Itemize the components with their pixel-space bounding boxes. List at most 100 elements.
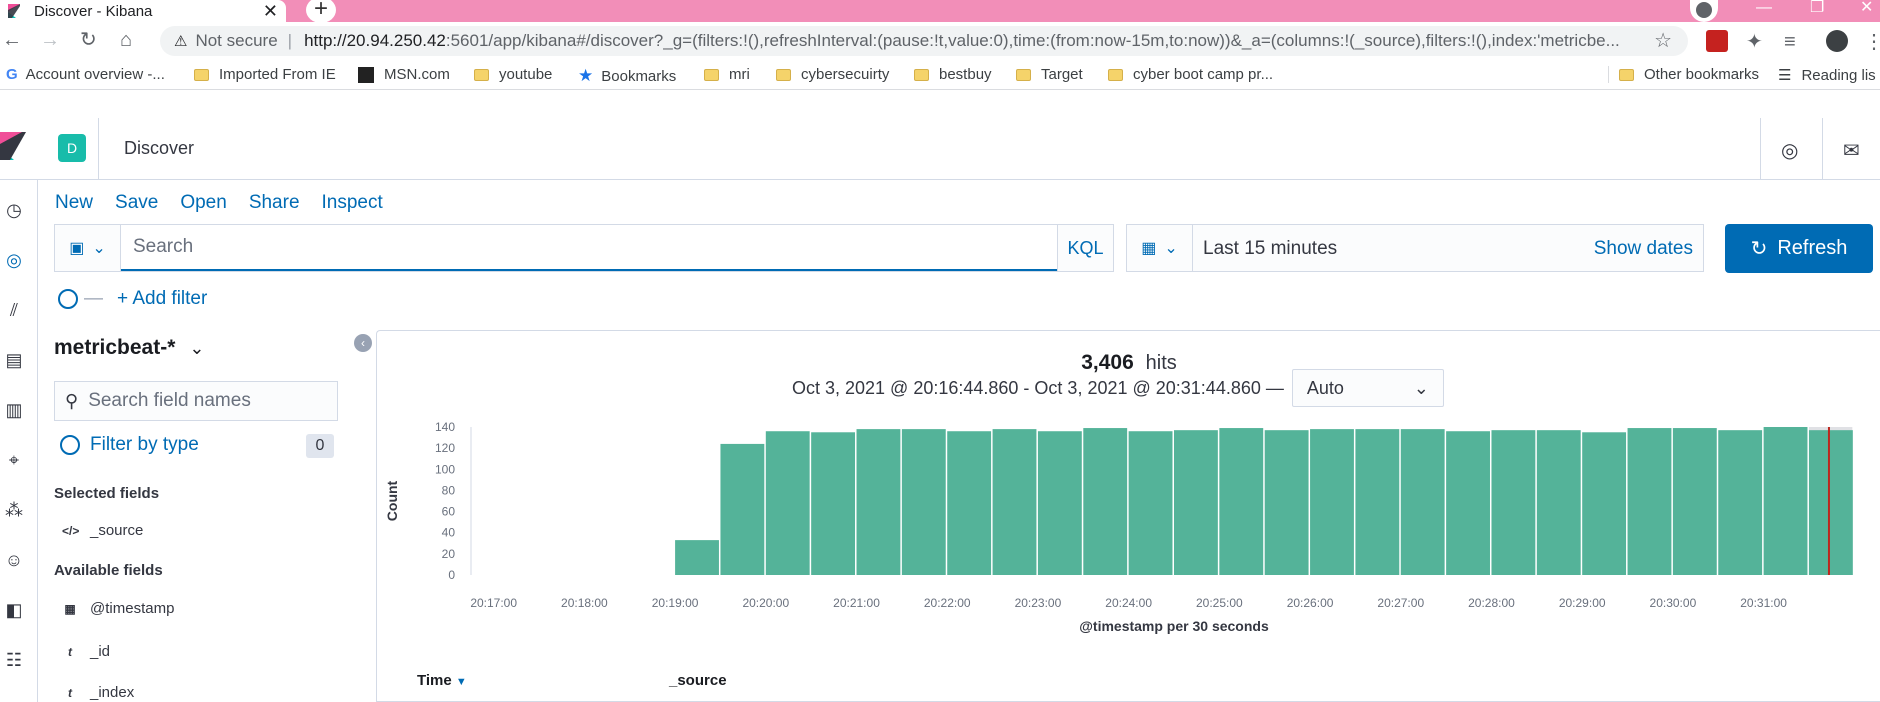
bookmark-item[interactable]: Other bookmarks [1608, 66, 1759, 83]
maps-icon[interactable]: ⌖ [4, 450, 24, 470]
show-dates-link[interactable]: Show dates [1594, 238, 1693, 260]
bookmark-item[interactable]: mri [704, 66, 750, 83]
field-name: _source [90, 522, 144, 539]
dashboard-icon[interactable]: ▤ [4, 350, 24, 370]
bookmark-star-icon[interactable]: ☆ [1654, 28, 1672, 53]
bookmark-item[interactable]: Imported From IE [194, 66, 336, 83]
field-name: @timestamp [90, 600, 175, 617]
help-button[interactable]: ◎ [1760, 118, 1822, 180]
interval-select[interactable]: Auto ⌄ [1291, 369, 1444, 407]
discover-icon[interactable]: ◎ [4, 250, 24, 270]
newsfeed-button[interactable]: ✉ [1822, 118, 1880, 180]
quick-date-button[interactable]: ▦ ⌄ [1127, 225, 1193, 271]
bookmark-item[interactable]: Target [1016, 66, 1083, 83]
menu-save[interactable]: Save [115, 192, 158, 214]
url-omnibox[interactable]: ⚠ Not secure | http://20.94.250.42:5601/… [160, 26, 1688, 56]
bookmark-item[interactable]: ☰ Reading lis [1778, 66, 1876, 85]
forward-icon[interactable]: → [40, 28, 60, 52]
home-icon[interactable]: ⌂ [120, 28, 132, 52]
apm-icon[interactable]: ☷ [4, 650, 24, 670]
infrastructure-icon[interactable]: ☺ [4, 550, 24, 570]
date-picker: ▦ ⌄ Last 15 minutes Show dates [1126, 224, 1704, 272]
logs-icon[interactable]: ◧ [4, 600, 24, 620]
ml-icon[interactable]: ⁂ [4, 500, 24, 520]
menu-open[interactable]: Open [180, 192, 226, 214]
kql-toggle[interactable]: KQL [1057, 225, 1113, 271]
mail-icon: ✉ [1843, 140, 1860, 162]
saved-query-button[interactable]: ▣ ⌄ [55, 225, 121, 271]
histogram-bar [1037, 431, 1082, 575]
close-window-icon[interactable]: ✕ [1860, 0, 1873, 16]
browser-tab[interactable]: Discover - Kibana ✕ [0, 0, 286, 22]
filter-by-type-button[interactable]: Filter by type [60, 434, 199, 456]
folder-icon [1619, 68, 1634, 81]
bookmark-item[interactable]: cybersecuirty [776, 66, 889, 83]
recently-viewed-icon[interactable]: ◷ [4, 200, 24, 220]
index-pattern-selector[interactable]: metricbeat-* ⌄ [54, 336, 204, 360]
refresh-label: Refresh [1777, 237, 1848, 259]
histogram-bar [901, 429, 946, 575]
close-tab-icon[interactable]: ✕ [263, 0, 278, 22]
browser-menu-icon[interactable]: ⋮ [1864, 30, 1880, 54]
bookmark-item[interactable]: bestbuy [914, 66, 992, 83]
field-name: _id [90, 643, 111, 660]
histogram-chart[interactable]: 0 20 40 60 80 100 120 140 Count 20:17:00 20:18:00 2… [377, 411, 1880, 641]
folder-icon [1016, 68, 1031, 81]
top-nav-menu: New Save Open Share Inspect [55, 192, 405, 214]
add-filter-button[interactable]: + Add filter [117, 288, 207, 310]
refresh-button[interactable]: ↻ Refresh [1725, 224, 1873, 273]
sort-down-icon[interactable]: ▼ [456, 676, 467, 688]
extension-red-icon[interactable] [1706, 30, 1728, 52]
bookmark-label: Account overview -... [25, 66, 165, 83]
bookmark-label: MSN.com [384, 66, 450, 83]
search-input[interactable] [121, 225, 1057, 271]
histogram-bar [1174, 430, 1218, 575]
menu-share[interactable]: Share [249, 192, 300, 214]
reload-icon[interactable]: ↻ [80, 28, 97, 52]
profile-avatar[interactable] [1826, 30, 1848, 52]
field-search-input[interactable]: ⚲ Search field names [54, 381, 338, 421]
field-item-id[interactable]: t _id [62, 643, 110, 660]
extensions-puzzle-icon[interactable]: ✦ [1746, 30, 1763, 54]
collapse-sidebar-button[interactable]: ‹ [354, 334, 372, 352]
y-tick-label: 60 [442, 505, 456, 519]
field-item-source[interactable]: </> _source [62, 522, 143, 539]
security-label[interactable]: Not secure [195, 31, 277, 51]
field-item-timestamp[interactable]: ▦ @timestamp [62, 600, 174, 617]
tab-search-icon[interactable] [1690, 0, 1718, 22]
x-tick-label: 20:23:00 [1015, 596, 1062, 610]
time-range-label[interactable]: Last 15 minutes [1203, 238, 1337, 260]
x-tick-label: 20:21:00 [833, 596, 880, 610]
warning-icon[interactable]: ⚠ [174, 32, 187, 50]
left-nav: ◷ ◎ ⫽ ▤ ▥ ⌖ ⁂ ☺ ◧ ☷ [0, 180, 38, 702]
bookmark-label: cyber boot camp pr... [1133, 66, 1274, 83]
string-type-icon: t [68, 685, 72, 700]
filter-icon[interactable] [58, 289, 78, 309]
field-item-index[interactable]: t _index [62, 684, 134, 701]
new-tab-button[interactable]: + [306, 0, 336, 23]
histogram-bar [811, 432, 856, 575]
column-header-time[interactable]: Time ▼ [417, 672, 467, 689]
media-control-icon[interactable]: ≡ [1784, 30, 1796, 54]
histogram-bar [856, 429, 901, 575]
header-divider [98, 118, 99, 180]
space-avatar[interactable]: D [58, 134, 86, 162]
star-icon: ★ [578, 66, 594, 85]
x-tick-label: 20:17:00 [470, 596, 517, 610]
menu-new[interactable]: New [55, 192, 93, 214]
back-icon[interactable]: ← [2, 28, 22, 52]
restore-icon[interactable]: ❐ [1810, 0, 1824, 16]
visualize-icon[interactable]: ⫽ [4, 300, 24, 320]
histogram-bar [992, 429, 1037, 575]
bookmark-item[interactable]: cyber boot camp pr... [1108, 66, 1273, 83]
menu-inspect[interactable]: Inspect [322, 192, 383, 214]
bookmark-item[interactable]: G Account overview -... [6, 66, 165, 83]
minimize-icon[interactable]: — [1756, 0, 1772, 16]
bookmark-item[interactable]: ★ Bookmarks [578, 66, 676, 86]
bookmark-item[interactable]: MSN.com [358, 66, 450, 83]
canvas-icon[interactable]: ▥ [4, 400, 24, 420]
column-label: Time [417, 672, 452, 689]
kibana-logo-icon[interactable] [0, 132, 26, 160]
reading-list-icon: ☰ [1778, 67, 1792, 84]
bookmark-item[interactable]: youtube [474, 66, 552, 83]
